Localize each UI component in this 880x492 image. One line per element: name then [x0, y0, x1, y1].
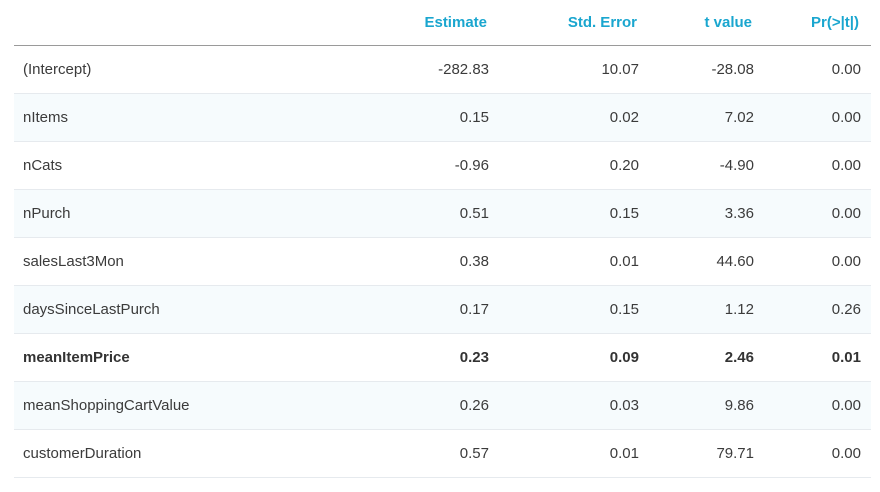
std-error-cell: 0.15 [499, 189, 649, 238]
table-row: customerDuration 0.57 0.01 79.71 0.00 [14, 429, 871, 478]
term-cell: salesLast3Mon [14, 237, 374, 286]
t-value-cell: 1.12 [649, 285, 764, 334]
table-row-highlighted: meanItemPrice 0.23 0.09 2.46 0.01 [14, 333, 871, 382]
header-cell-std-error: Std. Error [499, 0, 649, 46]
term-cell: nCats [14, 141, 374, 190]
term-cell: daysSinceLastPurch [14, 285, 374, 334]
std-error-cell: 10.07 [499, 45, 649, 94]
t-value-cell: 2.46 [649, 333, 764, 382]
estimate-cell: 0.57 [374, 429, 499, 478]
estimate-cell: 0.51 [374, 189, 499, 238]
term-cell: customerDuration [14, 429, 374, 478]
header-cell-t-value: t value [649, 0, 764, 46]
table-row: meanShoppingCartValue 0.26 0.03 9.86 0.0… [14, 381, 871, 430]
p-value-cell: 0.00 [764, 237, 871, 286]
table-row: nPurch 0.51 0.15 3.36 0.00 [14, 189, 871, 238]
regression-table-container: Estimate Std. Error t value Pr(>|t|) (In… [14, 0, 871, 478]
p-value-cell: 0.00 [764, 45, 871, 94]
table-header-row: Estimate Std. Error t value Pr(>|t|) [14, 0, 871, 46]
term-cell: (Intercept) [14, 45, 374, 94]
p-value-cell: 0.26 [764, 285, 871, 334]
std-error-cell: 0.02 [499, 93, 649, 142]
term-cell: nPurch [14, 189, 374, 238]
t-value-cell: 9.86 [649, 381, 764, 430]
estimate-cell: -0.96 [374, 141, 499, 190]
term-cell: meanItemPrice [14, 333, 374, 382]
t-value-cell: 79.71 [649, 429, 764, 478]
header-cell-p-value: Pr(>|t|) [764, 0, 871, 46]
t-value-cell: 44.60 [649, 237, 764, 286]
estimate-cell: 0.17 [374, 285, 499, 334]
estimate-cell: 0.15 [374, 93, 499, 142]
table-row: (Intercept) -282.83 10.07 -28.08 0.00 [14, 45, 871, 94]
std-error-cell: 0.01 [499, 429, 649, 478]
table-row: nCats -0.96 0.20 -4.90 0.00 [14, 141, 871, 190]
std-error-cell: 0.20 [499, 141, 649, 190]
term-cell: nItems [14, 93, 374, 142]
estimate-cell: 0.23 [374, 333, 499, 382]
estimate-cell: 0.38 [374, 237, 499, 286]
t-value-cell: -28.08 [649, 45, 764, 94]
table-row: daysSinceLastPurch 0.17 0.15 1.12 0.26 [14, 285, 871, 334]
p-value-cell: 0.00 [764, 93, 871, 142]
table-row: salesLast3Mon 0.38 0.01 44.60 0.00 [14, 237, 871, 286]
header-cell-term [14, 0, 374, 46]
p-value-cell: 0.00 [764, 381, 871, 430]
std-error-cell: 0.03 [499, 381, 649, 430]
term-cell: meanShoppingCartValue [14, 381, 374, 430]
regression-coefficients-table: Estimate Std. Error t value Pr(>|t|) (In… [14, 0, 871, 478]
p-value-cell: 0.00 [764, 189, 871, 238]
estimate-cell: -282.83 [374, 45, 499, 94]
p-value-cell: 0.00 [764, 429, 871, 478]
table-row: nItems 0.15 0.02 7.02 0.00 [14, 93, 871, 142]
p-value-cell: 0.00 [764, 141, 871, 190]
std-error-cell: 0.09 [499, 333, 649, 382]
std-error-cell: 0.01 [499, 237, 649, 286]
estimate-cell: 0.26 [374, 381, 499, 430]
std-error-cell: 0.15 [499, 285, 649, 334]
t-value-cell: 3.36 [649, 189, 764, 238]
t-value-cell: 7.02 [649, 93, 764, 142]
t-value-cell: -4.90 [649, 141, 764, 190]
p-value-cell: 0.01 [764, 333, 871, 382]
header-cell-estimate: Estimate [374, 0, 499, 46]
